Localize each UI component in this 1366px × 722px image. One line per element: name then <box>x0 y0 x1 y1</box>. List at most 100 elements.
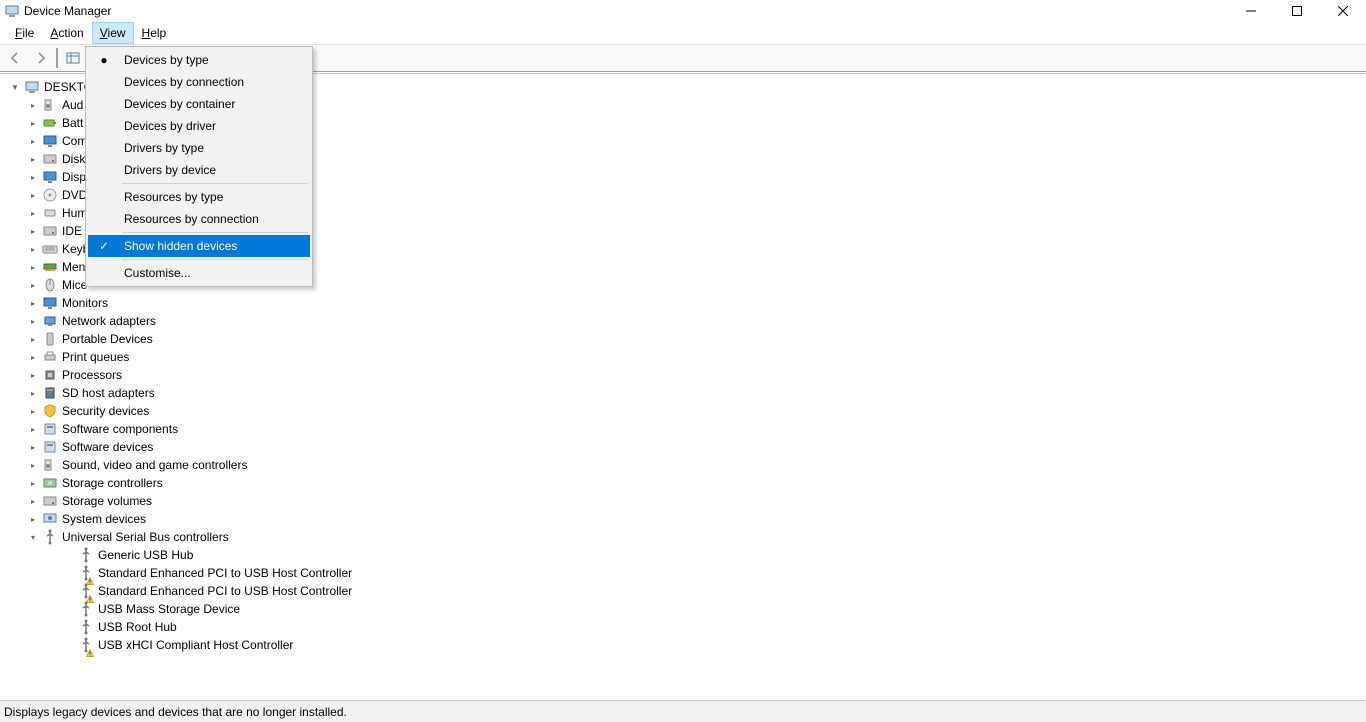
tree-item-label: Portable Devices <box>62 332 153 346</box>
tree-item-label: System devices <box>62 512 146 526</box>
tree-item[interactable]: ▸ Storage volumes <box>4 492 1366 510</box>
tree-item[interactable]: ▸ Monitors <box>4 294 1366 312</box>
chevron-right-icon[interactable]: ▸ <box>26 152 40 166</box>
tree-item[interactable]: USB Root Hub <box>4 618 1366 636</box>
chevron-right-icon[interactable]: ▸ <box>26 440 40 454</box>
tree-item[interactable]: ▸ Print queues <box>4 348 1366 366</box>
chevron-right-icon[interactable]: ▸ <box>26 368 40 382</box>
tree-item-label: Security devices <box>62 404 149 418</box>
menu-file[interactable]: File <box>7 22 42 44</box>
tree-item-label: Disp <box>62 170 86 184</box>
chevron-right-icon[interactable]: ▸ <box>26 242 40 256</box>
show-hide-tree-button[interactable] <box>62 47 84 69</box>
tree-item-label: Generic USB Hub <box>98 548 193 562</box>
tree-item[interactable]: ▸SD host adapters <box>4 384 1366 402</box>
chevron-right-icon[interactable]: ▸ <box>26 314 40 328</box>
chevron-right-icon[interactable]: ▸ <box>26 386 40 400</box>
view-drivers-by-device[interactable]: Drivers by device <box>88 159 310 181</box>
tree-item-label: Storage volumes <box>62 494 152 508</box>
chevron-right-icon[interactable]: ▸ <box>26 350 40 364</box>
speaker-icon <box>42 97 58 113</box>
chevron-right-icon[interactable]: ▸ <box>26 512 40 526</box>
chevron-right-icon[interactable]: ▸ <box>26 98 40 112</box>
chevron-down-icon[interactable]: ▼ <box>8 80 22 94</box>
view-resources-by-type[interactable]: Resources by type <box>88 186 310 208</box>
tree-item[interactable]: ▸ Sound, video and game controllers <box>4 456 1366 474</box>
tree-item[interactable]: ▸Software components <box>4 420 1366 438</box>
software-icon <box>42 421 58 437</box>
chevron-right-icon[interactable]: ▸ <box>26 494 40 508</box>
tree-item[interactable]: Standard Enhanced PCI to USB Host Contro… <box>4 582 1366 600</box>
cpu-icon <box>42 367 58 383</box>
forward-button[interactable] <box>30 47 52 69</box>
security-icon <box>42 403 58 419</box>
status-bar: Displays legacy devices and devices that… <box>0 700 1366 722</box>
warning-icon <box>86 649 94 657</box>
tree-item-label: Disk <box>62 152 85 166</box>
chevron-right-icon[interactable]: ▸ <box>26 188 40 202</box>
warning-icon <box>86 577 94 585</box>
menu-view[interactable]: View <box>92 22 134 44</box>
tree-item[interactable]: ▸Software devices <box>4 438 1366 456</box>
chevron-right-icon[interactable]: ▸ <box>26 206 40 220</box>
menu-help[interactable]: Help <box>134 22 175 44</box>
chevron-right-icon[interactable]: ▸ <box>26 260 40 274</box>
tree-item[interactable]: USB xHCI Compliant Host Controller <box>4 636 1366 654</box>
close-button[interactable] <box>1320 0 1366 22</box>
usb-icon <box>78 637 94 653</box>
back-button[interactable] <box>4 47 26 69</box>
tree-item[interactable]: ▾ Universal Serial Bus controllers <box>4 528 1366 546</box>
chevron-right-icon[interactable]: ▸ <box>26 458 40 472</box>
chevron-right-icon[interactable]: ▸ <box>26 404 40 418</box>
computer-icon <box>24 79 40 95</box>
tree-item[interactable]: Generic USB Hub <box>4 546 1366 564</box>
software-icon <box>42 439 58 455</box>
usb-icon <box>78 547 94 563</box>
view-show-hidden-devices[interactable]: ✓Show hidden devices <box>88 235 310 257</box>
view-devices-by-connection[interactable]: Devices by connection <box>88 71 310 93</box>
tree-item[interactable]: ▸Processors <box>4 366 1366 384</box>
view-devices-by-container[interactable]: Devices by container <box>88 93 310 115</box>
tree-item-label: Sound, video and game controllers <box>62 458 247 472</box>
chevron-right-icon[interactable]: ▸ <box>26 224 40 238</box>
tree-item-label: USB Mass Storage Device <box>98 602 240 616</box>
status-text: Displays legacy devices and devices that… <box>4 705 347 719</box>
speaker-icon <box>42 457 58 473</box>
chevron-right-icon[interactable]: ▸ <box>26 116 40 130</box>
view-devices-by-type[interactable]: ●Devices by type <box>88 49 310 71</box>
chevron-right-icon[interactable]: ▸ <box>26 332 40 346</box>
tree-item[interactable]: ▸ Network adapters <box>4 312 1366 330</box>
view-resources-by-connection[interactable]: Resources by connection <box>88 208 310 230</box>
chevron-right-icon[interactable]: ▸ <box>26 278 40 292</box>
tree-item[interactable]: ▸Storage controllers <box>4 474 1366 492</box>
tree-item-label: Men <box>62 260 85 274</box>
chevron-right-icon[interactable]: ▸ <box>26 296 40 310</box>
usb-icon <box>78 565 94 581</box>
tree-item-label: DVD <box>62 188 87 202</box>
menu-action[interactable]: Action <box>42 22 91 44</box>
chevron-right-icon[interactable]: ▸ <box>26 422 40 436</box>
tree-item-label: Batt <box>62 116 83 130</box>
usb-icon <box>78 583 94 599</box>
tree-item-label: Monitors <box>62 296 108 310</box>
chevron-right-icon[interactable]: ▸ <box>26 476 40 490</box>
tree-item[interactable]: USB Mass Storage Device <box>4 600 1366 618</box>
tree-item-label: Network adapters <box>62 314 156 328</box>
maximize-button[interactable] <box>1274 0 1320 22</box>
chevron-right-icon[interactable]: ▸ <box>26 134 40 148</box>
tree-item[interactable]: ▸ System devices <box>4 510 1366 528</box>
tree-item[interactable]: Standard Enhanced PCI to USB Host Contro… <box>4 564 1366 582</box>
view-customise[interactable]: Customise... <box>88 262 310 284</box>
tree-item-label: Standard Enhanced PCI to USB Host Contro… <box>98 584 352 598</box>
view-drivers-by-type[interactable]: Drivers by type <box>88 137 310 159</box>
portable-icon <box>42 331 58 347</box>
chevron-right-icon[interactable]: ▸ <box>26 170 40 184</box>
tree-item-label: Print queues <box>62 350 129 364</box>
minimize-button[interactable] <box>1228 0 1274 22</box>
chevron-down-icon[interactable]: ▾ <box>26 530 40 544</box>
view-devices-by-driver[interactable]: Devices by driver <box>88 115 310 137</box>
monitor-icon <box>42 295 58 311</box>
tree-item[interactable]: ▸ Security devices <box>4 402 1366 420</box>
tree-item[interactable]: ▸ Portable Devices <box>4 330 1366 348</box>
tree-item-label: Universal Serial Bus controllers <box>62 530 229 544</box>
